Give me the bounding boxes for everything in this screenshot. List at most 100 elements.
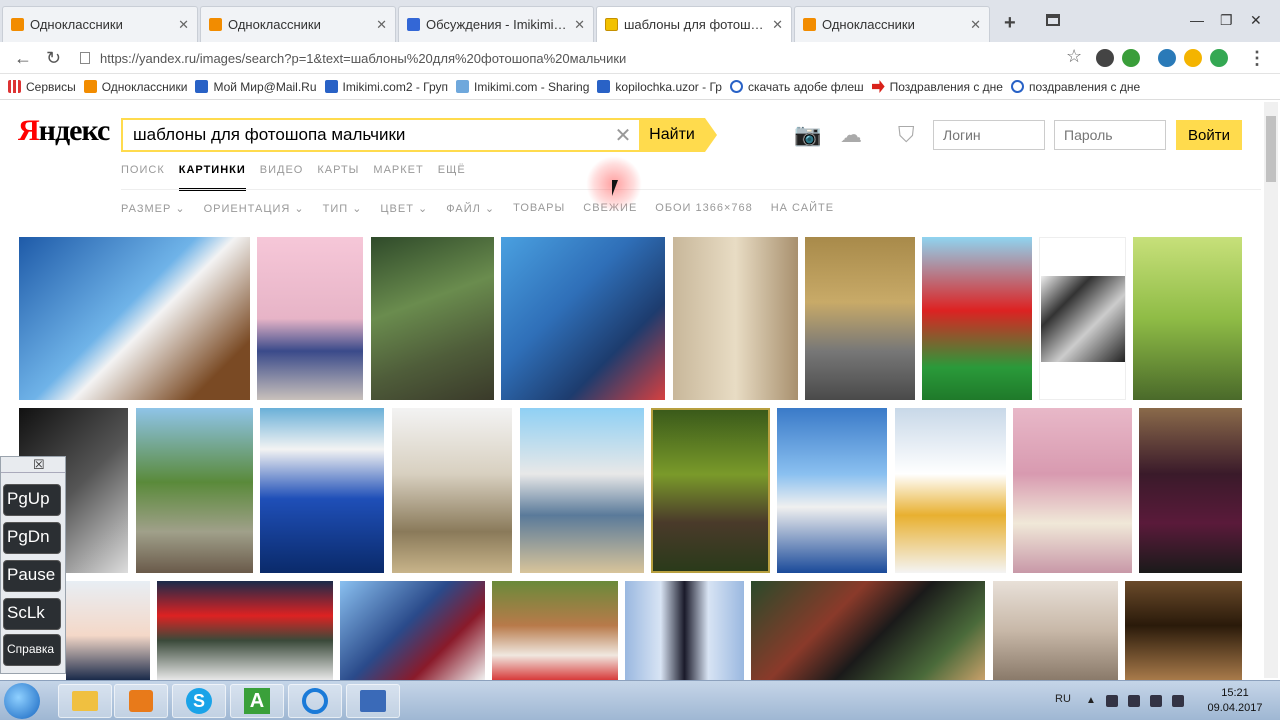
extension-icon[interactable] [1122, 49, 1140, 67]
key-sclk[interactable]: ScLk [3, 598, 61, 630]
tab-odnoklassniki-2[interactable]: Одноклассники ✕ [200, 6, 396, 42]
tab-label: шаблоны для фотошопа мальч [624, 17, 767, 32]
minimize-icon[interactable]: — [1190, 12, 1204, 28]
taskbar: S A RU ▲ 15:21 09.04.2017 [0, 680, 1280, 720]
bookmark-pozdravleniya[interactable]: Поздравления с дне [871, 79, 1003, 94]
bookmark-pozdravleniya-search[interactable]: поздравления с дне [1010, 80, 1140, 94]
extension-icon[interactable] [1158, 49, 1176, 67]
tab-odnoklassniki-1[interactable]: Одноклассники ✕ [2, 6, 198, 42]
clock-date: 09.04.2017 [1207, 702, 1263, 714]
new-tab-button[interactable]: + [1004, 12, 1016, 35]
odnoklassniki-icon [803, 18, 816, 31]
image-result[interactable] [1013, 408, 1132, 573]
close-icon[interactable]: ✕ [772, 17, 783, 33]
start-button[interactable] [4, 683, 40, 719]
back-arrow-icon[interactable]: ← [14, 48, 32, 69]
bookmark-label: Поздравления с дне [889, 79, 1003, 94]
image-result[interactable] [371, 237, 494, 400]
device-icon[interactable] [1128, 695, 1140, 707]
tab-imikimi[interactable]: Обсуждения - Imikimi.com2 - Г ✕ [398, 6, 594, 42]
image-result[interactable] [1139, 408, 1242, 573]
mailru-icon [195, 80, 209, 93]
tab-odnoklassniki-3[interactable]: Одноклассники ✕ [794, 6, 990, 42]
image-result[interactable] [66, 581, 150, 680]
panel-titlebar: ☒ [1, 457, 65, 473]
close-icon[interactable]: ✕ [574, 17, 585, 33]
extension-icon[interactable] [1210, 49, 1228, 67]
tab-yandex-images[interactable]: шаблоны для фотошопа мальч ✕ [596, 6, 792, 42]
extension-icon[interactable] [1184, 49, 1202, 67]
image-result[interactable] [257, 237, 363, 400]
image-result[interactable] [673, 237, 798, 400]
window-close-icon[interactable]: ✕ [1250, 12, 1262, 29]
bookmarks-bar: Сервисы Одноклассники Мой Мир@Mail.Ru Im… [0, 74, 1280, 100]
image-result[interactable] [260, 408, 384, 573]
taskbar-skype[interactable]: S [172, 684, 226, 718]
maximize-icon[interactable]: ❐ [1220, 12, 1233, 29]
image-result[interactable] [19, 237, 250, 400]
app-a-icon: A [244, 688, 270, 714]
browser-toolbar: ← ↻ https://yandex.ru/images/search?p=1&… [0, 42, 1280, 74]
close-icon[interactable]: ☒ [33, 457, 45, 473]
close-icon[interactable]: ✕ [970, 17, 981, 33]
taskbar-media-player[interactable] [114, 684, 168, 718]
image-result[interactable] [651, 408, 770, 573]
taskbar-app-a[interactable]: A [230, 684, 284, 718]
reload-icon[interactable]: ↻ [46, 48, 61, 69]
close-icon[interactable]: ✕ [178, 17, 189, 33]
browser-menu-icon[interactable]: ⋮ [1248, 48, 1266, 69]
mailru-icon [597, 80, 611, 93]
tab-strip: Одноклассники ✕ Одноклассники ✕ Обсужден… [0, 0, 1280, 42]
image-result[interactable] [993, 581, 1118, 680]
image-result[interactable] [625, 581, 744, 680]
bookmark-label: скачать адобе флеш [747, 79, 864, 94]
address-bar[interactable]: https://yandex.ru/images/search?p=1&text… [76, 46, 1096, 70]
image-result[interactable] [895, 408, 1006, 573]
bookmark-label: Одноклассники [101, 79, 188, 94]
image-result[interactable] [157, 581, 333, 680]
bookmark-star-icon[interactable]: ☆ [1066, 46, 1082, 67]
image-result[interactable] [1125, 581, 1242, 680]
taskbar-chrome[interactable] [346, 684, 400, 718]
key-pgup[interactable]: PgUp [3, 484, 61, 516]
extension-icon[interactable] [1096, 49, 1114, 67]
bookmark-imikimi-2[interactable]: Imikimi.com2 - Груп [324, 80, 448, 94]
image-result[interactable] [392, 408, 512, 573]
bookmark-moy-mir[interactable]: Мой Мир@Mail.Ru [195, 80, 317, 94]
key-help[interactable]: Справка [3, 634, 61, 666]
flag-icon[interactable] [1106, 695, 1118, 707]
image-result[interactable] [501, 237, 665, 400]
image-result[interactable] [136, 408, 253, 573]
bookmark-services[interactable]: Сервисы [8, 80, 76, 94]
image-result[interactable] [1039, 237, 1126, 400]
volume-icon[interactable] [1172, 695, 1184, 707]
on-screen-keyboard-panel: ☒ PgUp PgDn Pause ScLk Справка [0, 456, 66, 674]
bookmark-kopilochka[interactable]: kopilochka.uzor - Гр [597, 80, 722, 94]
image-result[interactable] [805, 237, 915, 400]
search-icon [1010, 80, 1024, 93]
bookmark-odnoklassniki[interactable]: Одноклассники [83, 79, 188, 94]
chevron-up-icon[interactable]: ▲ [1086, 695, 1096, 706]
key-pgdn[interactable]: PgDn [3, 522, 61, 554]
page-scrollbar[interactable] [1264, 102, 1278, 678]
image-result[interactable] [922, 237, 1032, 400]
image-result[interactable] [340, 581, 485, 680]
taskbar-explorer[interactable] [58, 684, 112, 718]
image-result[interactable] [777, 408, 887, 573]
image-result[interactable] [751, 581, 985, 680]
imikimi-icon [456, 80, 470, 93]
image-result[interactable] [1133, 237, 1242, 400]
close-icon[interactable]: ✕ [376, 17, 387, 33]
network-icon[interactable] [1150, 695, 1162, 707]
image-result[interactable] [492, 581, 618, 680]
language-indicator[interactable]: RU [1055, 693, 1071, 705]
scrollbar-thumb[interactable] [1266, 116, 1276, 182]
tab-overview-icon[interactable] [1046, 14, 1060, 26]
image-result[interactable] [520, 408, 644, 573]
bookmark-adobe-flash[interactable]: скачать адобе флеш [729, 79, 864, 94]
taskbar-ie[interactable] [288, 684, 342, 718]
yandex-images-icon [605, 18, 618, 31]
key-pause[interactable]: Pause [3, 560, 61, 592]
bookmark-imikimi[interactable]: Imikimi.com - Sharing [456, 80, 589, 94]
clock[interactable]: 15:21 09.04.2017 [1200, 686, 1270, 716]
